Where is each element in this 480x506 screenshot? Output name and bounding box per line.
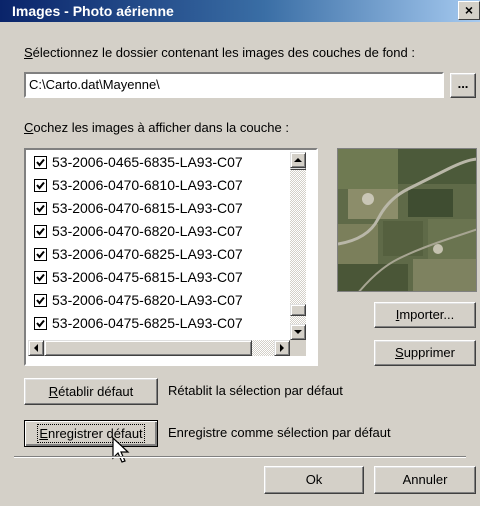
image-name: 53-2006-0470-6820-LA93-C07 — [52, 223, 243, 239]
image-name: 53-2006-0470-6825-LA93-C07 — [52, 246, 243, 262]
title-bar[interactable]: Images - Photo aérienne × — [0, 0, 480, 22]
vertical-scroll-track — [290, 168, 306, 170]
images-label-mnemonic: C — [24, 120, 34, 135]
folder-path-value: C:\Carto.dat\Mayenne\ — [29, 77, 160, 92]
window-title: Images - Photo aérienne — [12, 3, 174, 19]
mouse-pointer-icon — [112, 437, 130, 463]
vertical-scrollbar[interactable] — [290, 152, 306, 340]
checkmark-icon — [36, 273, 45, 282]
save-default-mnemonic: E — [39, 426, 48, 441]
list-item[interactable]: 53-2006-0470-6810-LA93-C07 — [34, 177, 243, 199]
image-list[interactable]: 53-2006-0465-6835-LA93-C07 53-2006-0470-6… — [24, 148, 318, 366]
folder-label-mnemonic: S — [24, 45, 33, 60]
scroll-up-button[interactable] — [290, 152, 306, 168]
list-item[interactable]: 53-2006-0470-6815-LA93-C07 — [34, 200, 243, 222]
image-checkbox[interactable] — [34, 225, 47, 238]
cancel-button-label: Annuler — [402, 472, 448, 487]
close-button[interactable]: × — [458, 1, 480, 20]
image-name: 53-2006-0470-6815-LA93-C07 — [52, 200, 243, 216]
delete-button-label: upprimer — [403, 345, 455, 360]
save-default-button[interactable]: Enregistrer défaut — [24, 420, 158, 447]
reset-default-description: Rétablit la sélection par défaut — [168, 383, 343, 398]
save-default-description: Enregistre comme sélection par défaut — [168, 425, 391, 440]
list-item[interactable]: 53-2006-0475-6825-LA93-C07 — [34, 315, 243, 337]
scroll-right-button[interactable] — [274, 340, 290, 356]
checkmark-icon — [36, 158, 45, 167]
reset-default-mnemonic: R — [48, 384, 59, 399]
checkmark-icon — [36, 181, 45, 190]
image-checkbox[interactable] — [34, 294, 47, 307]
scroll-left-button[interactable] — [28, 340, 44, 356]
checkmark-icon — [36, 227, 45, 236]
arrow-down-icon — [294, 330, 302, 334]
image-name: 53-2006-0475-6820-LA93-C07 — [52, 292, 243, 308]
browse-button[interactable]: ... — [450, 73, 476, 98]
horizontal-scrollbar[interactable] — [28, 340, 290, 356]
checkmark-icon — [36, 250, 45, 259]
ok-button-label: Ok — [305, 472, 323, 487]
image-checkbox[interactable] — [34, 248, 47, 261]
image-checkbox[interactable] — [34, 271, 47, 284]
list-item[interactable]: 53-2006-0475-6820-LA93-C07 — [34, 292, 243, 314]
image-checkbox[interactable] — [34, 202, 47, 215]
checkmark-icon — [36, 296, 45, 305]
reset-default-button[interactable]: Rétablir défaut — [24, 378, 158, 405]
arrow-up-icon — [294, 158, 302, 162]
checkmark-icon — [36, 204, 45, 213]
reset-default-label: établir défaut — [58, 384, 134, 399]
image-checkbox[interactable] — [34, 156, 47, 169]
image-name: 53-2006-0470-6810-LA93-C07 — [52, 177, 243, 193]
image-checkbox[interactable] — [34, 317, 47, 330]
browse-button-label: ... — [457, 76, 469, 91]
folder-label-text: électionnez le dossier contenant les ima… — [32, 45, 415, 60]
image-checkbox[interactable] — [34, 179, 47, 192]
images-label-text: ochez les images à afficher dans la couc… — [33, 120, 289, 135]
ok-button[interactable]: Ok — [264, 466, 364, 494]
scroll-down-button[interactable] — [290, 324, 306, 340]
image-name: 53-2006-0475-6825-LA93-C07 — [52, 315, 243, 331]
import-button-label: mporter... — [399, 307, 455, 322]
vertical-scroll-thumb[interactable] — [290, 304, 306, 316]
footer-separator — [14, 456, 466, 458]
aerial-photo-preview — [337, 148, 477, 292]
import-button[interactable]: Importer... — [374, 302, 476, 328]
delete-button[interactable]: Supprimer — [374, 340, 476, 366]
list-item[interactable]: 53-2006-0465-6835-LA93-C07 — [34, 154, 243, 176]
arrow-left-icon — [34, 344, 38, 352]
list-item[interactable]: 53-2006-0470-6820-LA93-C07 — [34, 223, 243, 245]
scrollbar-corner — [290, 340, 306, 356]
aerial-photo-image — [338, 149, 476, 291]
dialog-window: Images - Photo aérienne × Sélectionnez l… — [0, 0, 480, 506]
cancel-button[interactable]: Annuler — [374, 466, 476, 494]
list-item[interactable]: 53-2006-0475-6815-LA93-C07 — [34, 269, 243, 291]
images-label: Cochez les images à afficher dans la cou… — [24, 120, 289, 135]
horizontal-scroll-thumb[interactable] — [44, 340, 252, 356]
list-item[interactable]: 53-2006-0470-6825-LA93-C07 — [34, 246, 243, 268]
folder-label: Sélectionnez le dossier contenant les im… — [24, 45, 415, 60]
checkmark-icon — [36, 319, 45, 328]
delete-button-mnemonic: S — [395, 345, 404, 360]
arrow-right-icon — [280, 344, 284, 352]
image-name: 53-2006-0465-6835-LA93-C07 — [52, 154, 243, 170]
folder-path-field[interactable]: C:\Carto.dat\Mayenne\ — [24, 72, 444, 98]
close-icon: × — [464, 2, 474, 18]
image-name: 53-2006-0475-6815-LA93-C07 — [52, 269, 243, 285]
